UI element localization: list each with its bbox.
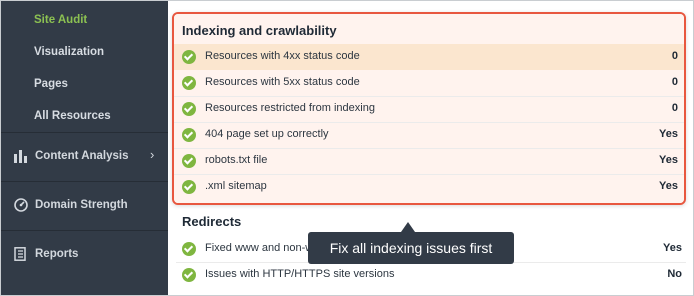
table-row-highlighted[interactable]: Resources with 4xx status code 0 bbox=[174, 44, 684, 70]
row-value: Yes bbox=[663, 242, 682, 254]
row-value: Yes bbox=[659, 154, 678, 166]
check-icon bbox=[182, 128, 196, 142]
row-value: Yes bbox=[659, 180, 678, 192]
indexing-heading: Indexing and crawlability bbox=[182, 23, 337, 38]
row-value: 0 bbox=[671, 50, 678, 62]
sidebar-item-pages[interactable]: Pages bbox=[34, 78, 68, 90]
check-icon bbox=[182, 180, 196, 194]
reports-icon bbox=[14, 247, 26, 261]
check-icon bbox=[182, 50, 196, 64]
domain-strength-icon bbox=[14, 198, 28, 212]
row-value: 0 bbox=[671, 76, 678, 88]
check-icon bbox=[182, 268, 196, 282]
row-value: Yes bbox=[659, 128, 678, 140]
row-label: Fixed www and non-w bbox=[205, 242, 314, 254]
row-label: Resources with 5xx status code bbox=[205, 76, 360, 88]
table-row[interactable]: Issues with HTTP/HTTPS site versions No bbox=[182, 262, 682, 288]
sidebar-item-label: Domain Strength bbox=[35, 199, 128, 211]
sidebar-item-domain-strength[interactable]: Domain Strength bbox=[0, 181, 168, 229]
sidebar-item-content-analysis[interactable]: Content Analysis › bbox=[0, 132, 168, 180]
table-row[interactable]: .xml sitemap Yes bbox=[182, 174, 678, 200]
sidebar-item-label: Content Analysis bbox=[35, 150, 129, 162]
row-value: No bbox=[667, 268, 682, 280]
indexing-panel: Indexing and crawlability Resources with… bbox=[172, 12, 686, 205]
tooltip: Fix all indexing issues first bbox=[308, 232, 514, 264]
table-row[interactable]: robots.txt file Yes bbox=[182, 148, 678, 174]
sidebar-item-site-audit[interactable]: Site Audit bbox=[34, 14, 87, 26]
row-label: Issues with HTTP/HTTPS site versions bbox=[205, 268, 395, 280]
row-label: robots.txt file bbox=[205, 154, 268, 166]
sidebar-item-label: Reports bbox=[35, 248, 79, 260]
check-icon bbox=[182, 242, 196, 256]
table-row[interactable]: Resources restricted from indexing 0 bbox=[182, 96, 678, 122]
row-label: Resources with 4xx status code bbox=[205, 50, 360, 62]
content-analysis-icon bbox=[14, 150, 27, 163]
table-row[interactable]: Resources with 5xx status code 0 bbox=[182, 70, 678, 96]
sidebar-item-all-resources[interactable]: All Resources bbox=[34, 110, 111, 122]
row-label: 404 page set up correctly bbox=[205, 128, 329, 140]
chevron-right-icon: › bbox=[150, 147, 155, 162]
row-value: 0 bbox=[671, 102, 678, 114]
sidebar: Site Audit Visualization Pages All Resou… bbox=[0, 0, 168, 296]
check-icon bbox=[182, 76, 196, 90]
row-label: .xml sitemap bbox=[205, 180, 267, 192]
sidebar-item-visualization[interactable]: Visualization bbox=[34, 46, 104, 58]
tooltip-arrow bbox=[401, 222, 415, 232]
redirects-heading: Redirects bbox=[182, 214, 242, 229]
check-icon bbox=[182, 102, 196, 116]
table-row[interactable]: 404 page set up correctly Yes bbox=[182, 122, 678, 148]
sidebar-item-reports[interactable]: Reports bbox=[0, 230, 168, 278]
check-icon bbox=[182, 154, 196, 168]
row-label: Resources restricted from indexing bbox=[205, 102, 375, 114]
